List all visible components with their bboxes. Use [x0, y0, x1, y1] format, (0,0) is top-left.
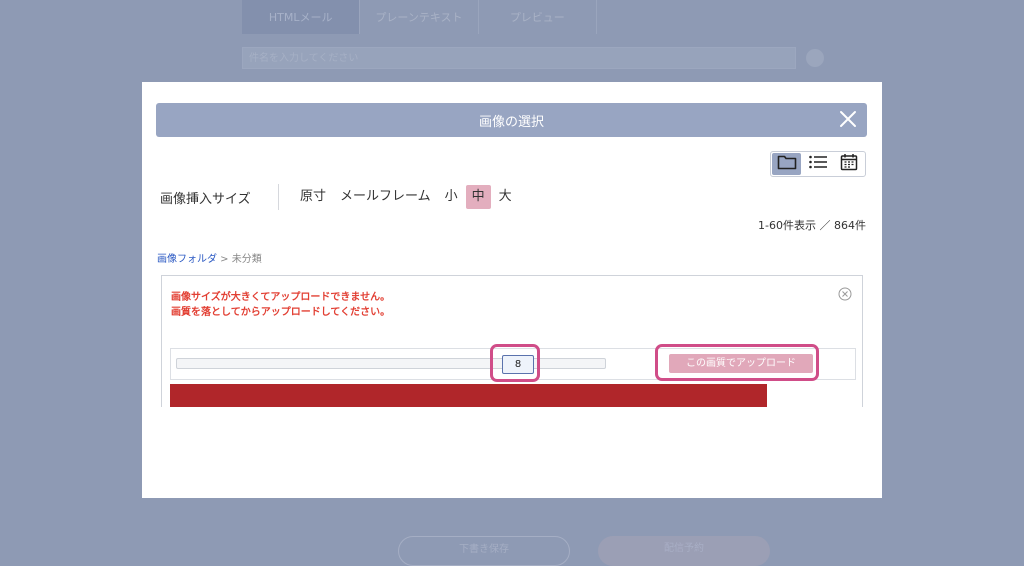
breadcrumb-current: 未分類: [231, 254, 262, 265]
bg-subject-input: 件名を入力してください: [242, 47, 796, 69]
size-option-original[interactable]: 原寸: [294, 185, 332, 209]
bg-draft-button: 下書き保存: [398, 536, 570, 566]
list-icon: [808, 154, 828, 174]
calendar-view-button[interactable]: [833, 152, 864, 176]
dismiss-icon[interactable]: [838, 286, 852, 301]
quality-highlight: [490, 344, 540, 382]
size-divider: [278, 184, 279, 210]
bg-tab-preview: プレビュー: [479, 0, 597, 34]
modal-header: 画像の選択: [156, 103, 867, 137]
folder-icon: [777, 154, 797, 174]
size-option-large[interactable]: 大: [493, 185, 518, 209]
modal-title: 画像の選択: [478, 114, 544, 130]
quality-row: 8 この画質でアップロード: [170, 344, 856, 382]
bg-schedule-button: 配信予約: [598, 536, 770, 566]
breadcrumb-separator: >: [217, 254, 232, 265]
list-view-button[interactable]: [802, 152, 833, 176]
bg-clear-icon: [806, 49, 824, 67]
background-tabs: HTMLメール プレーンテキスト プレビュー: [242, 0, 597, 34]
error-line-1: 画像サイズが大きくてアップロードできません。: [171, 292, 391, 303]
error-message: 画像サイズが大きくてアップロードできません。 画質を落としてからアップロードして…: [171, 290, 390, 320]
size-label: 画像挿入サイズ: [160, 192, 251, 207]
breadcrumb-root-link[interactable]: 画像フォルダ: [157, 254, 217, 265]
upload-panel: 画像サイズが大きくてアップロードできません。 画質を落としてからアップロードして…: [161, 275, 863, 407]
size-option-small[interactable]: 小: [439, 185, 464, 209]
bg-tab-plain: プレーンテキスト: [360, 0, 479, 34]
upload-button-highlight: [655, 344, 819, 381]
quality-slider[interactable]: [176, 358, 606, 369]
calendar-icon: [840, 153, 858, 175]
view-mode-toggle: [770, 151, 866, 177]
folder-view-button[interactable]: [772, 153, 801, 175]
error-line-2: 画質を落としてからアップロードしてください。: [171, 307, 391, 318]
image-select-modal: 画像の選択 画像挿入サイズ 原寸 メールフレーム 小 中 大 1-60件表示 ／…: [142, 82, 882, 498]
close-icon[interactable]: [837, 108, 859, 130]
upload-progress-bar: [170, 384, 767, 407]
size-option-mail-frame[interactable]: メールフレーム: [334, 185, 437, 209]
size-options: 原寸 メールフレーム 小 中 大: [294, 185, 520, 209]
bg-tab-html: HTMLメール: [242, 0, 361, 34]
result-count: 1-60件表示 ／ 864件: [758, 219, 866, 232]
size-option-medium[interactable]: 中: [465, 185, 491, 209]
breadcrumb: 画像フォルダ > 未分類: [157, 250, 262, 265]
